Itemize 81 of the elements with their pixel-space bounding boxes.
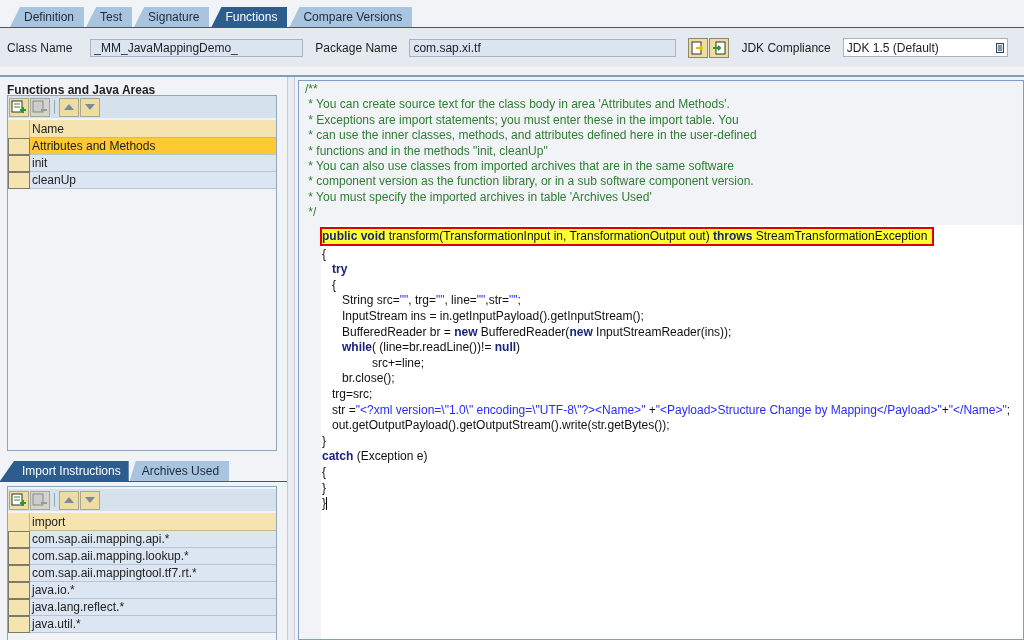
comment-line: * can use the inner classes, methods, and attributes defined here in the user-defined [307,128,758,144]
code-line: BufferedReader br = new BufferedReader(new InputStreamReader(ins)); [341,324,733,341]
export-button[interactable] [688,37,709,58]
tab[interactable]: Functions [211,7,288,27]
table-row[interactable]: java.lang.reflect.* [30,599,276,616]
code-line: br.close(); [341,371,396,387]
row-selector[interactable] [8,616,30,633]
table-row[interactable]: com.sap.aii.mapping.api.* [30,531,276,548]
row-selector[interactable] [8,155,30,172]
comment-line: * You must specify the imported archives in table 'Archives Used' [307,189,653,206]
code-line: str ="<?xml version=\"1.0\" encoding=\"UTF-8\"?><Name>" +"<Payload>Structure Change by Mapping</Payload>"+"</Name>"; [331,402,1012,419]
insert-row-button[interactable] [9,97,29,117]
move-up-button[interactable] [59,97,79,117]
dropdown-value: JDK 1.5 (Default) [846,39,939,57]
code-line: String src="", trg="", line="",str=""; [341,293,522,310]
table-row[interactable]: java.util.* [30,616,276,633]
code-line: } [321,433,327,450]
column-header: Name [30,120,276,138]
add-row-icon [11,492,27,508]
code-line: { [321,246,327,263]
row-selector[interactable] [8,531,30,548]
row-selector[interactable] [8,582,30,599]
class-name-field[interactable]: _MM_JavaMappingDemo_ [90,38,304,57]
code-line: try [331,262,349,278]
field-label: Package Name [315,39,398,57]
comment-line: /** [305,82,319,98]
delete-row-button[interactable] [30,97,50,117]
code-editor[interactable] [298,80,1024,640]
tab[interactable]: Archives Used [129,461,230,481]
table-row[interactable]: cleanUp [30,172,276,189]
comment-line: */ [307,205,318,221]
code-line: { [331,277,337,294]
package-name-field[interactable]: com.sap.xi.tf [409,38,677,57]
comment-line: * functions and in the methods "init, cleanUp" [307,143,549,160]
code-line: { [321,464,327,481]
panel-title: Functions and Java Areas [6,82,157,95]
tab[interactable]: Signature [134,7,210,27]
code-line: catch (Exception e) [321,449,429,465]
list-icon [995,42,1004,53]
code-line: } [321,480,327,497]
table-row[interactable]: com.sap.aii.mapping.lookup.* [30,548,276,565]
comment-line: * Exceptions are import statements; you must enter these in the import table. You [307,112,740,129]
tab[interactable]: Import Instructions [0,461,129,481]
table-row[interactable]: Attributes and Methods [30,138,276,155]
import-button[interactable] [709,37,730,58]
row-selector[interactable] [8,565,30,582]
code-line: while( (line=br.readLine())!= null) [341,340,522,356]
row-selector[interactable] [8,548,30,565]
tab[interactable]: Test [86,7,133,27]
jdk-dropdown[interactable]: JDK 1.5 (Default) [842,38,1008,57]
table-row[interactable]: com.sap.aii.mappingtool.tf7.rt.* [30,565,276,582]
row-selector[interactable] [8,138,30,155]
row-selector[interactable] [8,172,30,189]
text-cursor [326,497,327,511]
comment-line: * component version as the function library, or in a sub software component version. [307,174,755,190]
header-corner-cell [8,120,30,138]
code-line: } [321,496,329,512]
table-row[interactable]: java.io.* [30,582,276,599]
delete-row-icon [32,492,48,508]
insert-row-button[interactable] [9,490,29,510]
move-up-button[interactable] [59,490,79,510]
comment-line: * You can also use classes from imported archives that are in the same software [307,159,735,175]
document-arrow-icon [691,40,706,55]
field-label: Class Name [7,39,73,57]
code-line: InputStream ins = in.getInputPayload().getInputStream(); [341,309,645,325]
move-down-button[interactable] [80,97,100,117]
code-line: out.getOutputPayload().getOutputStream().write(str.getBytes()); [331,418,671,434]
code-line: trg=src; [331,387,374,403]
tab[interactable]: Definition [10,7,85,27]
header-corner-cell [8,513,30,531]
tab[interactable]: Compare Versions [289,7,413,27]
row-selector[interactable] [8,599,30,616]
comment-line: * You can create source text for the class body in area 'Attributes and Methods'. [307,97,731,113]
field-label: JDK Compliance [741,39,831,57]
code-line: src+=line; [371,355,426,372]
add-row-icon [11,99,27,115]
column-header: import [30,513,276,531]
move-down-button[interactable] [80,490,100,510]
delete-row-icon [32,99,48,115]
table-row[interactable]: init [30,155,276,172]
delete-row-button[interactable] [30,490,50,510]
